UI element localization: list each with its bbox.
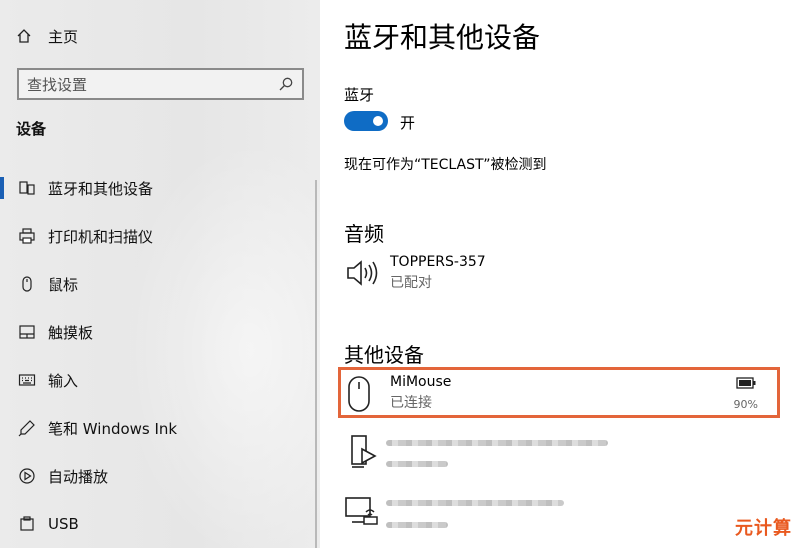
display-device-icon [344,496,380,530]
sidebar-item-touchpad[interactable]: 触摸板 [0,308,320,356]
printer-icon [17,226,37,246]
blurred-device-status [386,461,448,467]
blurred-device-name [386,500,564,506]
mouse-device-status: 已连接 [390,395,432,411]
sidebar-scrollbar[interactable] [315,180,317,548]
audio-heading: 音频 [344,222,384,246]
main-content: 蓝牙和其他设备 蓝牙 开 现在可作为“TECLAST”被检测到 音频 TOPPE… [320,0,800,548]
bluetooth-devices-icon [17,178,37,198]
sidebar-item-printers[interactable]: 打印机和扫描仪 [0,212,320,260]
sidebar-item-mouse[interactable]: 鼠标 [0,260,320,308]
mouse-device-name: MiMouse [390,374,452,390]
bluetooth-label: 蓝牙 [344,86,375,104]
search-icon[interactable] [278,76,294,92]
toggle-knob [373,116,383,126]
home-nav-item[interactable]: 主页 [16,24,78,48]
sidebar-item-label: 触摸板 [48,323,94,342]
sidebar-item-label: 自动播放 [48,467,109,486]
sidebar-item-pen[interactable]: 笔和 Windows Ink [0,404,320,452]
sidebar-item-label: 输入 [48,371,79,390]
sidebar-item-autoplay[interactable]: 自动播放 [0,452,320,500]
sidebar-item-label: USB [48,515,79,533]
sidebar-item-label: 打印机和扫描仪 [48,227,154,246]
search-input[interactable]: 查找设置 [17,68,304,100]
audio-device-status: 已配对 [390,275,432,291]
sidebar-item-label: 笔和 Windows Ink [48,419,178,438]
battery-icon [736,377,756,392]
section-title: 设备 [16,120,47,138]
home-icon [16,28,40,44]
mouse-device-item[interactable]: MiMouse 已连接 90% [346,373,770,417]
keyboard-icon [17,370,37,390]
sidebar: 主页 查找设置 设备 蓝牙和其他设备 打印机和扫描仪 鼠标 触摸板 输入 笔和 … [0,0,320,548]
watermark: 元计算 [735,518,792,539]
sidebar-item-bluetooth[interactable]: 蓝牙和其他设备 [0,164,320,212]
pen-icon [17,418,37,438]
bluetooth-toggle[interactable] [344,111,388,131]
active-indicator [0,177,4,199]
mouse-icon [17,274,37,294]
battery-percent: 90% [733,398,758,411]
toggle-state-label: 开 [400,114,416,132]
blurred-device-name [386,440,608,446]
audio-device-item[interactable]: TOPPERS-357 已配对 [344,254,486,292]
touchpad-icon [17,322,37,342]
mouse-icon [346,374,372,418]
other-devices-heading: 其他设备 [344,343,424,367]
sidebar-item-usb[interactable]: USB [0,500,320,548]
sidebar-item-input[interactable]: 输入 [0,356,320,404]
blurred-device-status [386,522,448,528]
autoplay-icon [17,466,37,486]
media-device-icon [350,434,380,474]
audio-device-name: TOPPERS-357 [390,254,486,270]
discoverable-text: 现在可作为“TECLAST”被检测到 [344,157,547,173]
sidebar-item-label: 蓝牙和其他设备 [48,179,154,198]
usb-icon [17,514,37,534]
search-placeholder: 查找设置 [27,75,88,94]
sidebar-nav: 蓝牙和其他设备 打印机和扫描仪 鼠标 触摸板 输入 笔和 Windows Ink… [0,164,320,548]
sidebar-item-label: 鼠标 [48,275,79,294]
page-title: 蓝牙和其他设备 [344,21,541,54]
speaker-icon [344,254,380,292]
battery-indicator: 90% [734,377,758,411]
home-label: 主页 [48,27,79,46]
